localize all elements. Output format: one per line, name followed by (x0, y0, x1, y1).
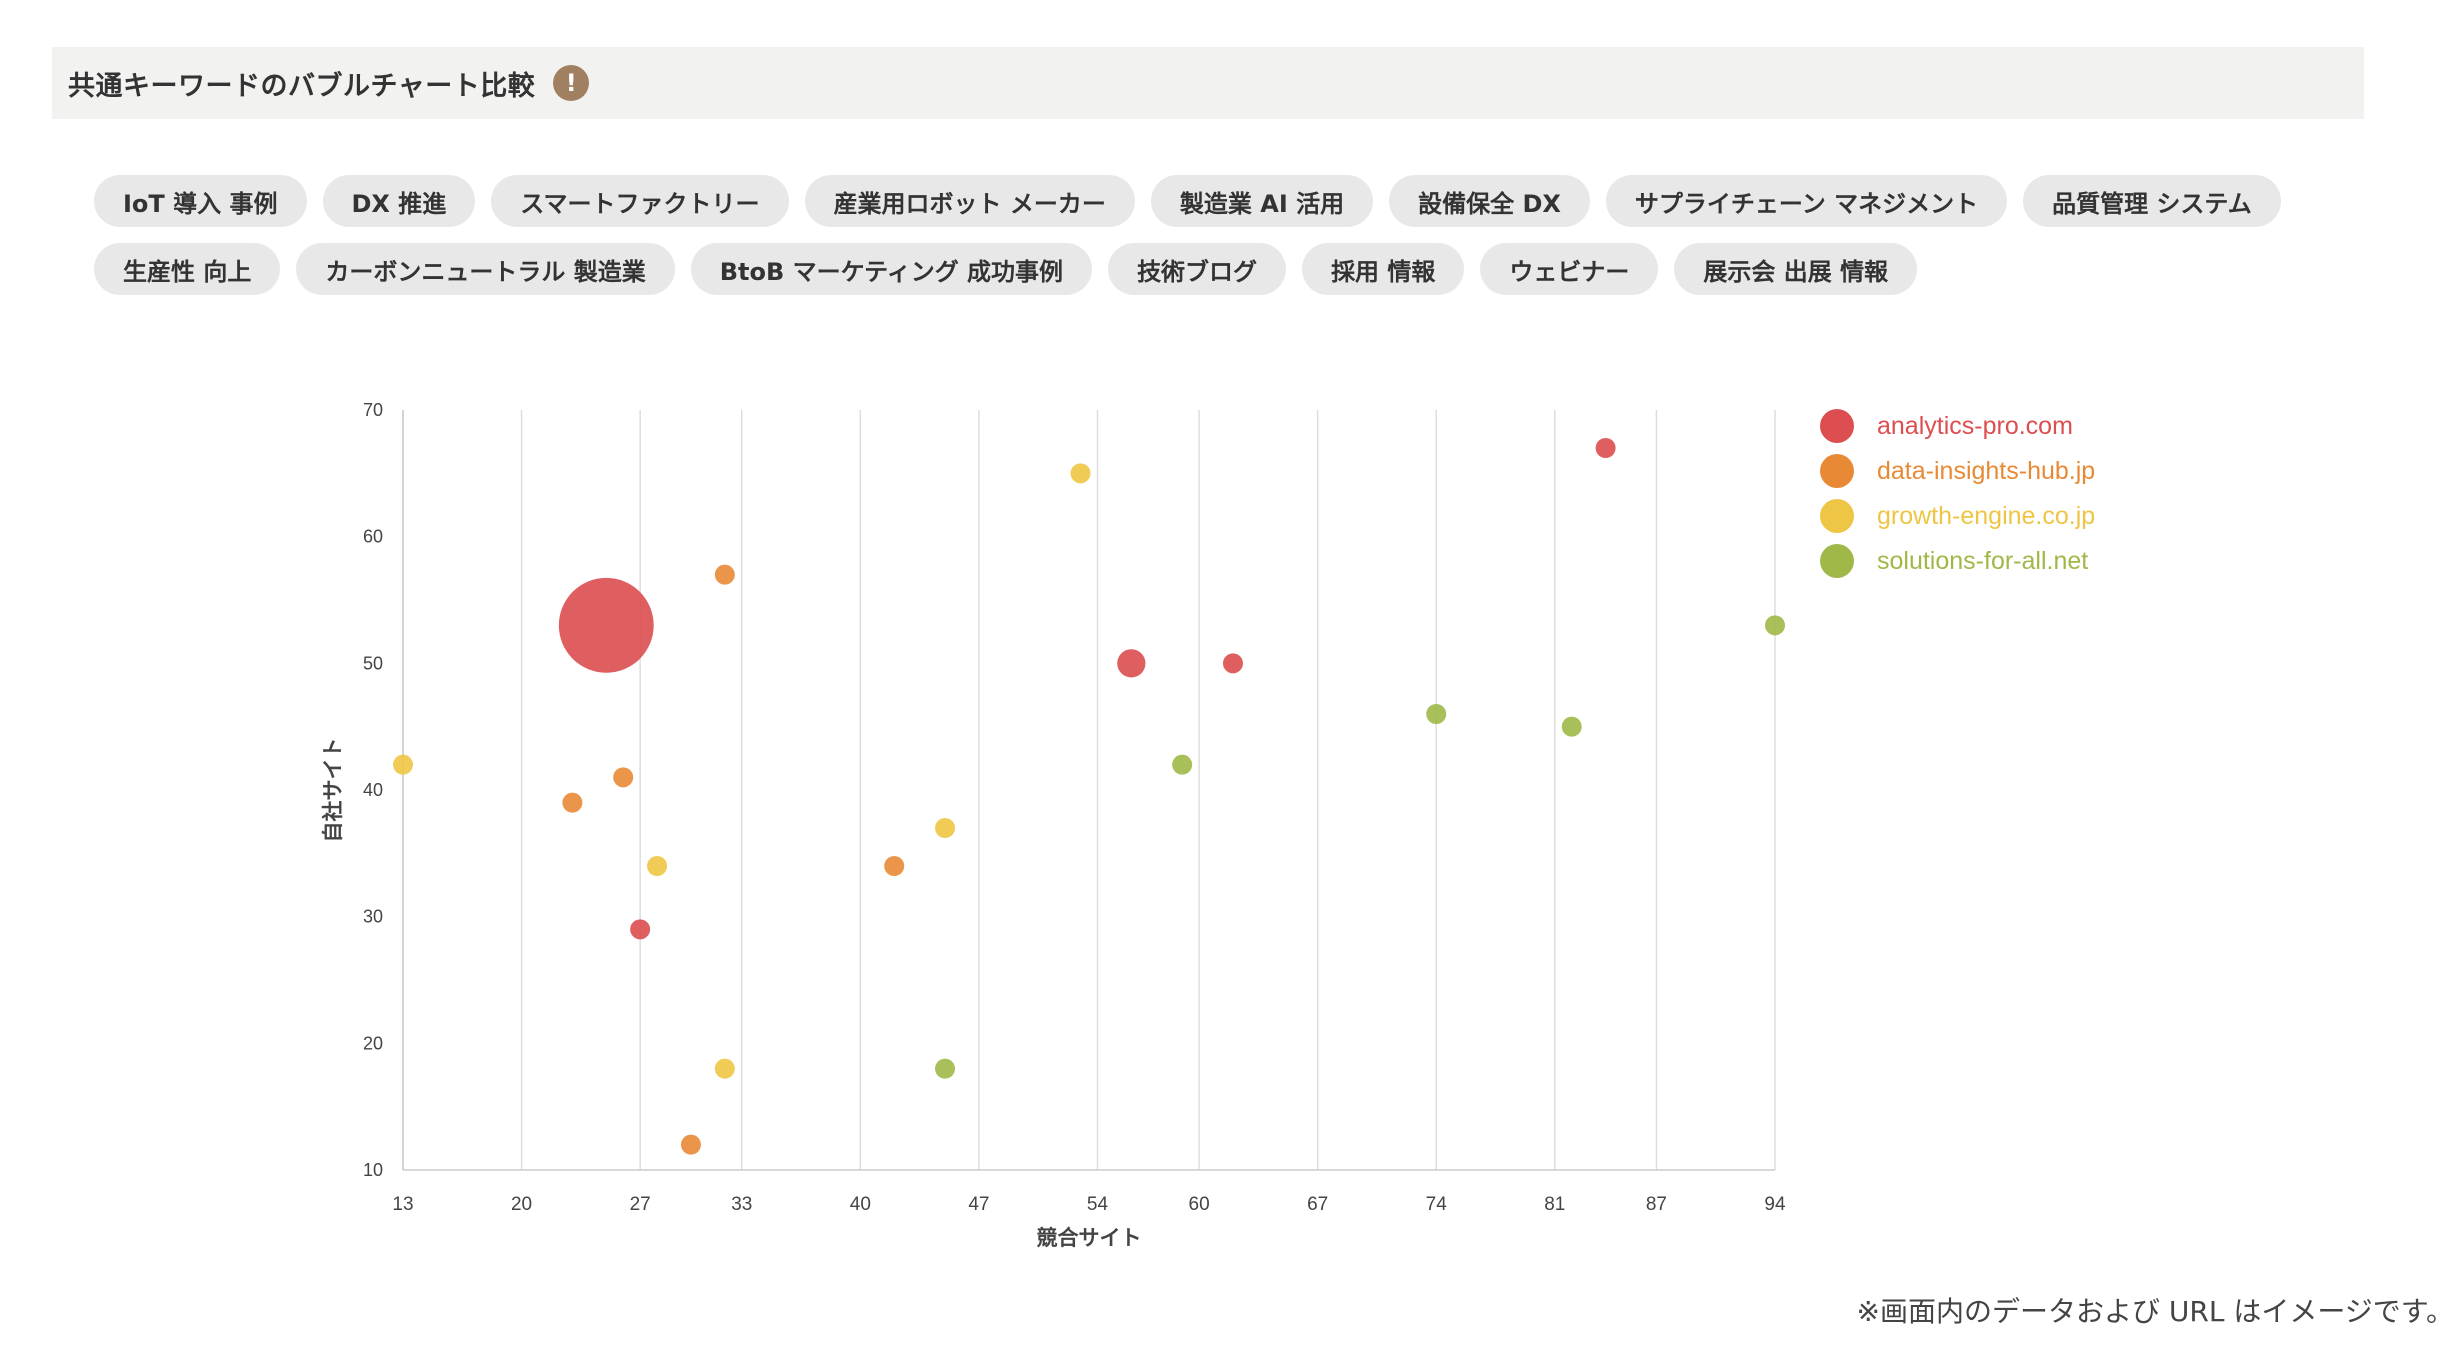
y-tick-label: 30 (363, 907, 383, 927)
bubble-point (1561, 716, 1582, 737)
bubble-point (1172, 754, 1193, 775)
x-tick-label: 13 (392, 1194, 413, 1215)
bubble-point (884, 856, 905, 876)
legend-label: analytics-pro.com (1877, 412, 2073, 440)
bubble-point (647, 856, 668, 876)
x-tick-label: 67 (1307, 1194, 1328, 1215)
bubble-point (935, 818, 956, 838)
bubble-point (714, 1058, 735, 1079)
bubble-point (1117, 649, 1146, 678)
y-tick-label: 70 (363, 400, 383, 420)
bubble-point (714, 564, 735, 585)
bubble-point (680, 1134, 701, 1155)
bubble-point (1426, 704, 1447, 724)
y-tick-label: 50 (363, 653, 383, 673)
bubble-point (1765, 615, 1785, 636)
y-tick-label: 20 (363, 1033, 383, 1053)
x-tick-label: 60 (1189, 1194, 1210, 1215)
bubble-point (1222, 653, 1243, 674)
bubble-point (935, 1058, 956, 1079)
x-tick-label: 87 (1646, 1194, 1667, 1215)
x-tick-label: 20 (511, 1194, 532, 1215)
bubble-point (630, 919, 651, 940)
x-tick-label: 47 (968, 1194, 989, 1215)
bubble-point (558, 577, 654, 673)
disclaimer-note: ※画面内のデータおよび URL はイメージです。 (1856, 1295, 2454, 1328)
legend-marker (1820, 544, 1854, 578)
bubble-point (1595, 438, 1616, 458)
bubble-point (562, 792, 583, 813)
x-tick-label: 81 (1544, 1194, 1565, 1215)
x-axis-title: 競合サイト (1037, 1226, 1142, 1250)
legend-marker (1820, 409, 1854, 443)
bubble-point (613, 767, 634, 788)
x-tick-label: 54 (1087, 1194, 1109, 1215)
legend-label: data-insights-hub.jp (1877, 457, 2095, 485)
legend-marker (1820, 499, 1854, 533)
x-tick-label: 94 (1764, 1194, 1786, 1215)
y-tick-label: 40 (363, 780, 383, 800)
bubble-point (1070, 463, 1091, 484)
legend-label: growth-engine.co.jp (1877, 502, 2095, 530)
x-tick-label: 27 (630, 1194, 651, 1215)
legend-marker (1820, 454, 1854, 488)
y-axis-title: 自社サイト (321, 738, 345, 843)
x-tick-label: 74 (1426, 1194, 1448, 1215)
y-tick-label: 60 (363, 527, 383, 547)
bubble-point (393, 754, 413, 775)
x-tick-label: 40 (850, 1194, 871, 1215)
y-tick-label: 10 (363, 1160, 383, 1180)
legend-label: solutions-for-all.net (1877, 547, 2088, 575)
x-tick-label: 33 (731, 1194, 752, 1215)
bubble-chart: 13 20 27 33 40 47 54 60 67 74 81 87 94 10 20 30 40 50 60 70… (321, 400, 2095, 1250)
